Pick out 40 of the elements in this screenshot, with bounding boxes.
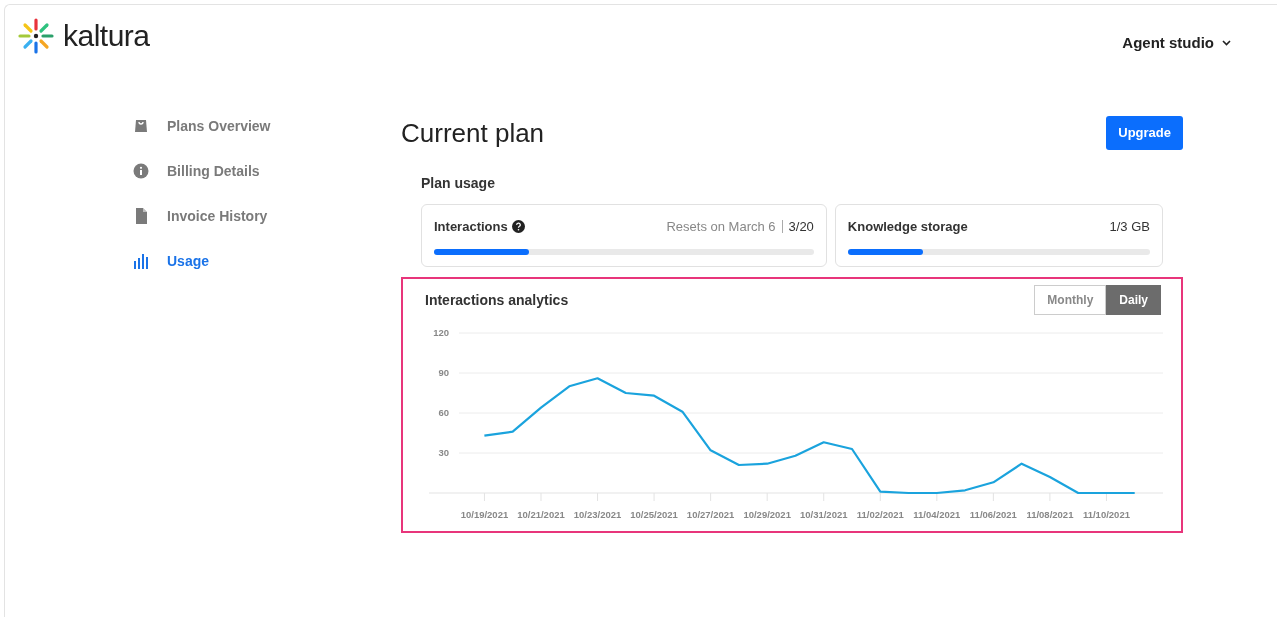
caret-icon [1222, 40, 1231, 47]
x-tick-label: 11/02/2021 [856, 509, 904, 520]
page-title: Current plan [401, 116, 545, 150]
x-tick-label: 11/08/2021 [1026, 509, 1074, 520]
upgrade-button[interactable]: Upgrade [1106, 116, 1183, 150]
reset-note: Resets on March 6 [666, 217, 776, 236]
x-tick-label: 10/25/2021 [630, 509, 678, 520]
sidebar-link[interactable]: Billing Details [167, 160, 260, 182]
y-tick-label: 120 [433, 327, 449, 338]
bag-icon [133, 118, 149, 134]
toggle-tab[interactable]: Monthly [1034, 285, 1107, 315]
x-tick-label: 10/19/2021 [460, 509, 509, 520]
usage-reading: 3/20 [788, 217, 814, 236]
logo-icon [17, 17, 55, 56]
meter-label: Knowledge storage [847, 217, 968, 236]
toggle-tab[interactable]: Daily [1106, 285, 1161, 315]
meter-label: Interactions [434, 217, 508, 236]
logo-text: kaltura [63, 21, 150, 52]
y-tick-label: 90 [438, 367, 449, 378]
help-icon[interactable] [511, 219, 525, 233]
account-menu[interactable]: Agent studio [1116, 31, 1237, 56]
x-tick-label: 11/04/2021 [913, 509, 961, 520]
x-tick-label: 10/21/2021 [517, 509, 565, 520]
panel-title: Interactions analytics [425, 290, 569, 310]
document-icon [133, 208, 149, 224]
bar-chart-icon [133, 253, 149, 269]
x-tick-label: 11/10/2021 [1082, 509, 1130, 520]
x-tick-label: 10/23/2021 [573, 509, 622, 520]
y-tick-label: 30 [438, 447, 449, 458]
section-title: Plan usage [421, 173, 496, 193]
info-icon [133, 163, 149, 179]
x-tick-label: 11/06/2021 [969, 509, 1017, 520]
x-tick-label: 10/31/2021 [799, 509, 848, 520]
x-tick-label: 10/27/2021 [686, 509, 735, 520]
usage-reading: 1/3 GB [1109, 217, 1150, 236]
sidebar-link[interactable]: Plans Overview [167, 115, 271, 137]
sidebar-link[interactable]: Invoice History [167, 205, 268, 227]
x-tick-label: 10/29/2021 [743, 509, 791, 520]
y-tick-label: 60 [438, 407, 449, 418]
sidebar-link[interactable]: Usage [167, 250, 210, 272]
